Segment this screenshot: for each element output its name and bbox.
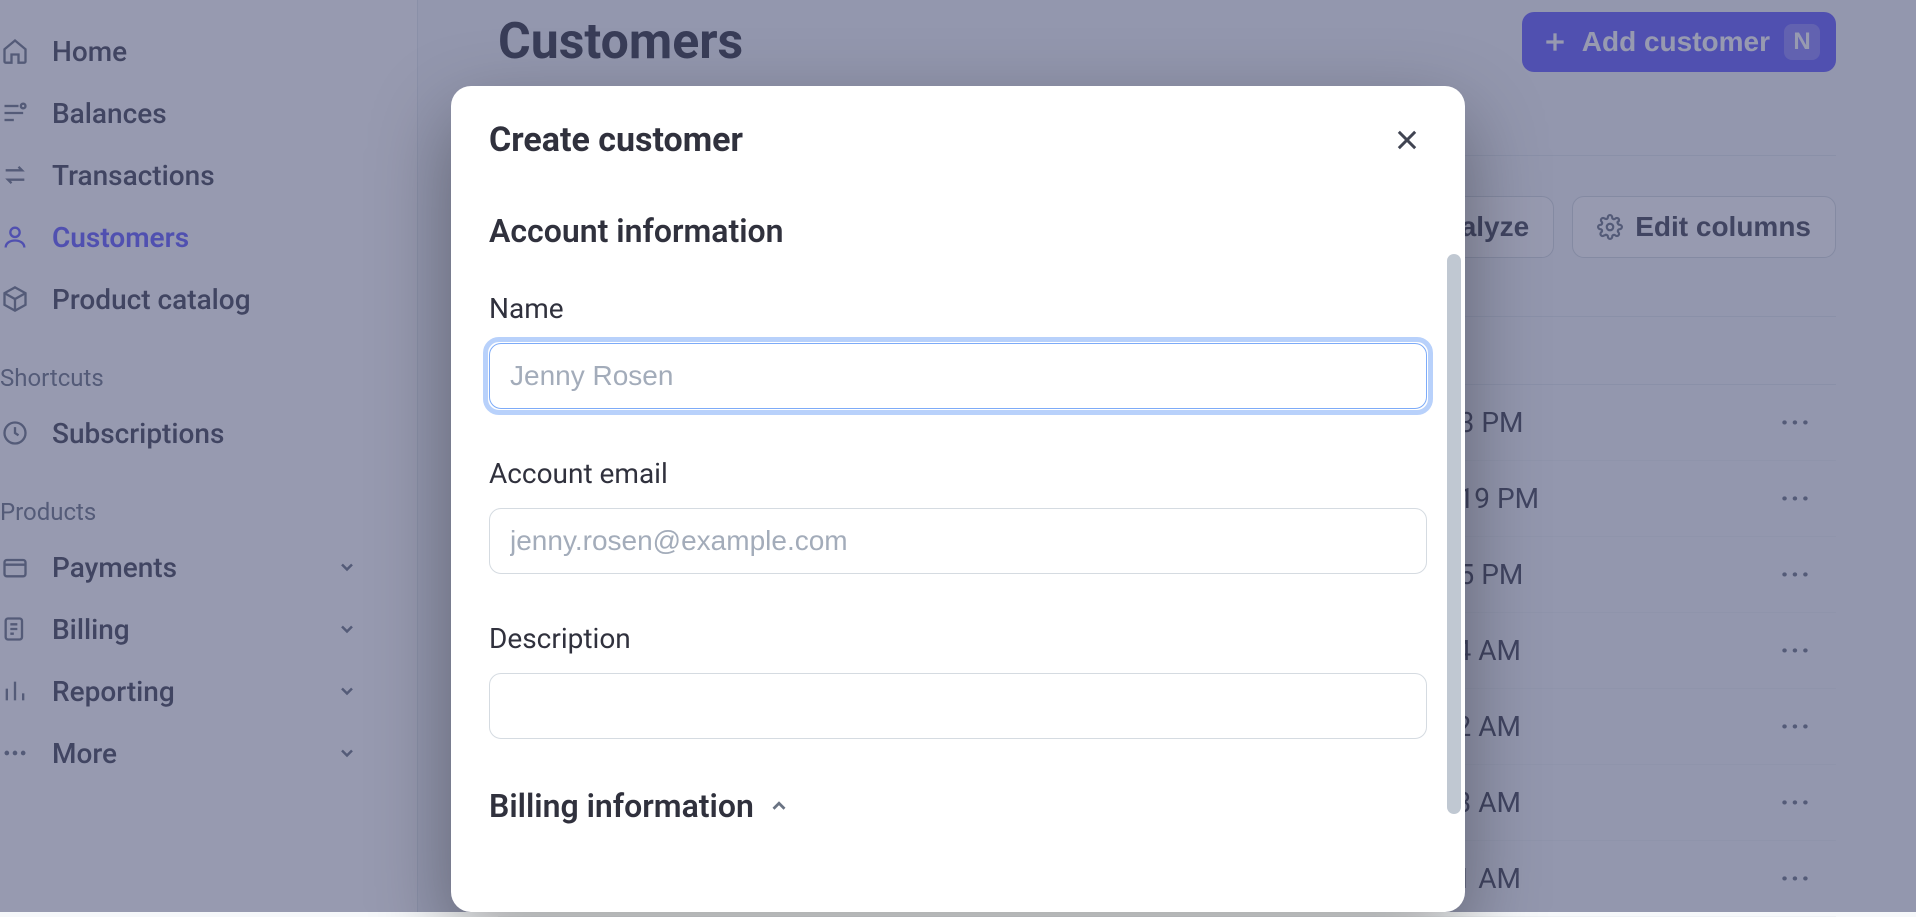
email-label: Account email — [489, 457, 1427, 490]
close-icon — [1393, 126, 1421, 154]
modal-scrollbar[interactable] — [1447, 254, 1461, 814]
close-button[interactable] — [1387, 120, 1427, 160]
name-label: Name — [489, 292, 1427, 325]
description-input[interactable] — [489, 673, 1427, 739]
create-customer-modal: Create customer Account information Name… — [451, 86, 1465, 912]
modal-overlay[interactable]: Create customer Account information Name… — [0, 0, 1916, 912]
section-billing-information[interactable]: Billing information — [489, 787, 1427, 825]
description-label: Description — [489, 622, 1427, 655]
section-billing-label: Billing information — [489, 787, 754, 825]
chevron-up-icon — [768, 795, 790, 817]
section-account-information: Account information — [489, 212, 1427, 250]
modal-title: Create customer — [489, 120, 743, 160]
name-input[interactable] — [489, 343, 1427, 409]
email-input[interactable] — [489, 508, 1427, 574]
